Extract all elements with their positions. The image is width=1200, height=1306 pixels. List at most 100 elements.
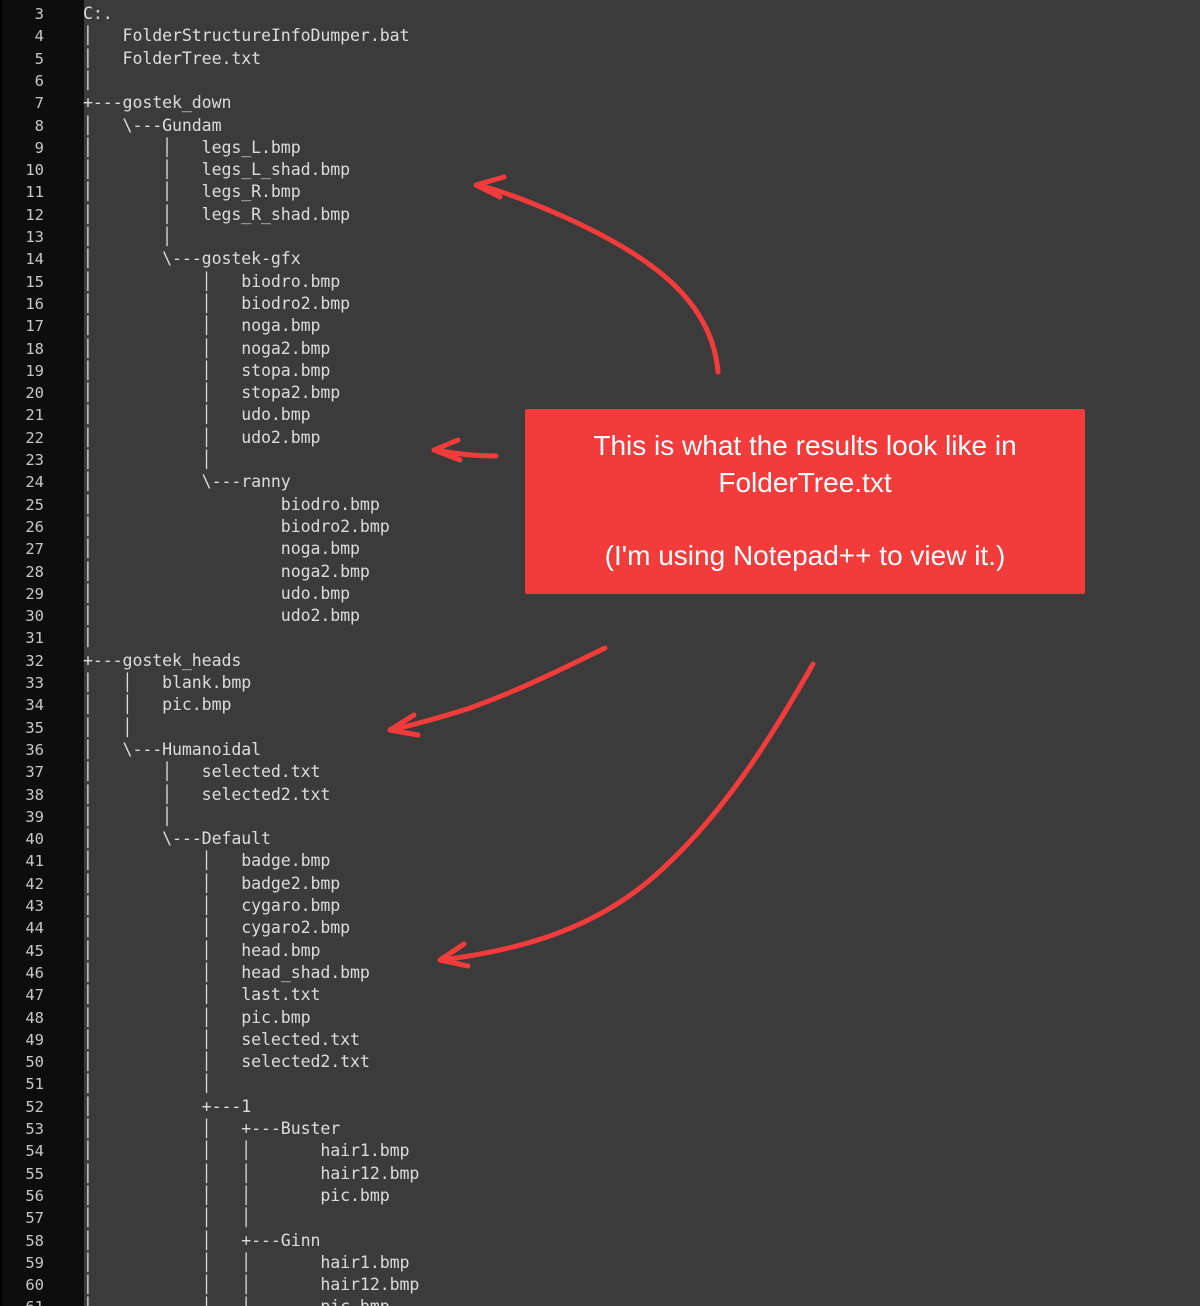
code-line[interactable]: │ │ noga.bmp xyxy=(83,315,320,337)
line-number: 49 xyxy=(25,1030,44,1049)
code-line[interactable]: │ │ │ xyxy=(83,1207,251,1229)
code-line[interactable]: │ │ head.bmp xyxy=(83,940,320,962)
code-line[interactable]: │ │ pic.bmp xyxy=(83,694,231,716)
code-line[interactable]: │ │ biodro.bmp xyxy=(83,271,340,293)
code-line[interactable]: │ │ xyxy=(83,1073,212,1095)
code-line[interactable]: │ │ +---Buster xyxy=(83,1118,340,1140)
callout-line-3: (I'm using Notepad++ to view it.) xyxy=(604,540,1006,571)
code-line[interactable]: │ │ stopa.bmp xyxy=(83,360,330,382)
code-line[interactable]: C:. xyxy=(83,3,113,25)
code-line[interactable]: │ │ selected2.txt xyxy=(83,1051,370,1073)
line-number: 39 xyxy=(25,807,44,826)
code-line[interactable]: │ biodro2.bmp xyxy=(83,516,390,538)
code-line[interactable]: │ │ cygaro.bmp xyxy=(83,895,340,917)
code-line[interactable]: │ udo.bmp xyxy=(83,583,350,605)
line-number: 54 xyxy=(25,1142,44,1161)
line-number: 35 xyxy=(25,718,44,737)
code-line[interactable]: │ │ last.txt xyxy=(83,984,320,1006)
line-number: 20 xyxy=(25,384,44,403)
code-line[interactable]: │ │ xyxy=(83,717,133,739)
callout-line-1: This is what the results look like in xyxy=(593,430,1017,461)
code-line[interactable]: │ │ cygaro2.bmp xyxy=(83,917,350,939)
code-line[interactable]: │ │ │ pic.bmp xyxy=(83,1185,390,1207)
line-number: 18 xyxy=(25,339,44,358)
code-line[interactable]: │ biodro.bmp xyxy=(83,494,380,516)
code-line[interactable]: │ \---Humanoidal xyxy=(83,739,261,761)
code-line[interactable]: │ │ udo2.bmp xyxy=(83,427,320,449)
code-line[interactable]: │ xyxy=(83,70,93,92)
code-line[interactable]: │ \---Default xyxy=(83,828,271,850)
code-line[interactable]: │ │ legs_R.bmp xyxy=(83,181,301,203)
line-number: 32 xyxy=(25,651,44,670)
code-line[interactable]: │ │ udo.bmp xyxy=(83,404,311,426)
line-number: 47 xyxy=(25,986,44,1005)
code-line[interactable]: │ \---gostek-gfx xyxy=(83,248,301,270)
line-number: 19 xyxy=(25,361,44,380)
line-number: 8 xyxy=(34,116,44,135)
line-number: 42 xyxy=(25,874,44,893)
code-line[interactable]: │ │ │ hair12.bmp xyxy=(83,1274,419,1296)
code-line[interactable]: +---gostek_down xyxy=(83,92,231,114)
code-line[interactable]: │ FolderStructureInfoDumper.bat xyxy=(83,25,409,47)
line-number: 38 xyxy=(25,785,44,804)
line-number: 16 xyxy=(25,294,44,313)
text-area[interactable]: C:. │ FolderStructureInfoDumper.bat │ Fold… xyxy=(83,0,1200,1306)
line-number: 17 xyxy=(25,317,44,336)
code-line[interactable]: │ FolderTree.txt xyxy=(83,48,261,70)
text-editor[interactable]: 3 4 5 6 7 8 9 10 11 12 13 14 15 16 17 18 19 20 21 22 23 24 25 2… xyxy=(0,0,1200,1306)
line-number: 24 xyxy=(25,473,44,492)
line-number: 3 xyxy=(34,5,44,23)
line-number: 22 xyxy=(25,428,44,447)
code-line[interactable]: │ │ head_shad.bmp xyxy=(83,962,370,984)
line-number: 7 xyxy=(34,94,44,113)
line-number: 45 xyxy=(25,941,44,960)
code-line[interactable]: │ │ noga2.bmp xyxy=(83,338,330,360)
code-line[interactable]: │ noga.bmp xyxy=(83,538,360,560)
code-line[interactable]: │ │ │ hair1.bmp xyxy=(83,1140,409,1162)
code-line[interactable]: │ │ xyxy=(83,226,172,248)
code-line[interactable]: │ udo2.bmp xyxy=(83,605,360,627)
line-number: 59 xyxy=(25,1253,44,1272)
line-number: 46 xyxy=(25,963,44,982)
code-line[interactable]: │ │ pic.bmp xyxy=(83,1007,311,1029)
code-line[interactable]: │ │ stopa2.bmp xyxy=(83,382,340,404)
code-line[interactable]: │ │ │ hair1.bmp xyxy=(83,1252,409,1274)
line-number: 43 xyxy=(25,897,44,915)
code-line[interactable]: │ noga2.bmp xyxy=(83,561,370,583)
code-line[interactable]: │ │ │ hair12.bmp xyxy=(83,1163,419,1185)
line-number: 15 xyxy=(25,272,44,291)
code-line[interactable]: │ │ xyxy=(83,806,172,828)
code-line[interactable]: │ │ +---Ginn xyxy=(83,1230,320,1252)
code-line[interactable]: │ +---1 xyxy=(83,1096,251,1118)
code-line[interactable]: │ │ selected.txt xyxy=(83,761,320,783)
code-line[interactable]: │ \---ranny xyxy=(83,471,291,493)
line-number: 6 xyxy=(34,71,44,90)
line-number: 34 xyxy=(25,696,44,715)
line-number: 60 xyxy=(25,1276,44,1295)
line-number: 28 xyxy=(25,562,44,581)
line-number: 25 xyxy=(25,495,44,514)
code-line[interactable]: │ \---Gundam xyxy=(83,115,222,137)
line-number: 31 xyxy=(25,629,44,648)
code-line[interactable]: │ │ │ pic.bmp xyxy=(83,1296,390,1306)
code-line[interactable]: │ │ legs_L.bmp xyxy=(83,137,301,159)
code-line[interactable]: │ │ legs_R_shad.bmp xyxy=(83,204,350,226)
line-number: 61 xyxy=(4,1296,44,1306)
line-number: 4 xyxy=(34,27,44,46)
code-line[interactable]: │ │ biodro2.bmp xyxy=(83,293,350,315)
code-line[interactable]: │ │ badge.bmp xyxy=(83,850,330,872)
line-number: 11 xyxy=(25,183,44,202)
line-number: 40 xyxy=(25,830,44,849)
line-number: 56 xyxy=(25,1186,44,1205)
callout-line-2: FolderTree.txt xyxy=(718,467,892,498)
code-line[interactable]: │ │ legs_L_shad.bmp xyxy=(83,159,350,181)
line-number: 33 xyxy=(25,674,44,692)
code-line[interactable]: +---gostek_heads xyxy=(83,650,241,672)
code-line[interactable]: │ │ blank.bmp xyxy=(83,672,251,694)
code-line[interactable]: │ │ badge2.bmp xyxy=(83,873,340,895)
code-line[interactable]: │ │ selected.txt xyxy=(83,1029,360,1051)
code-line[interactable]: │ xyxy=(83,627,93,649)
code-line[interactable]: │ │ xyxy=(83,449,212,471)
code-line[interactable]: │ │ selected2.txt xyxy=(83,784,330,806)
line-number: 5 xyxy=(34,49,44,68)
